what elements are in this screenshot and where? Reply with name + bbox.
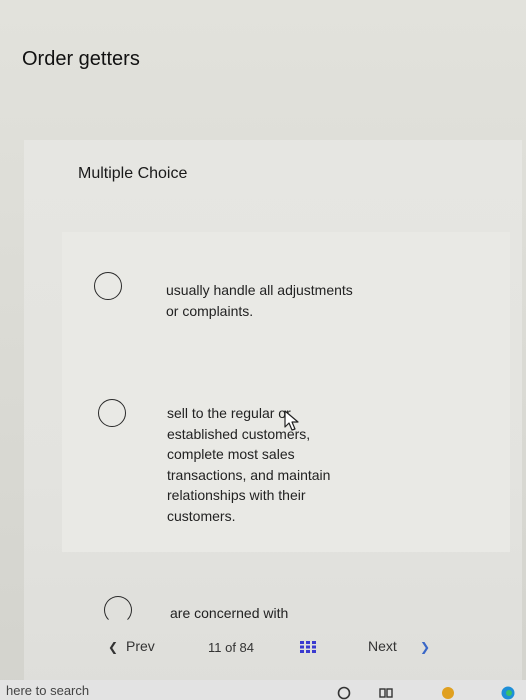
chevron-right-icon[interactable]: ❯	[420, 640, 430, 654]
taskbar-search-box[interactable]: here to search	[0, 683, 89, 698]
option-2-text[interactable]: sell to the regular or established custo…	[167, 403, 330, 526]
task-view-icon[interactable]	[378, 684, 394, 700]
question-title: Order getters	[22, 48, 140, 70]
question-progress[interactable]: 11 of 84	[208, 640, 254, 655]
question-navigation	[0, 630, 526, 670]
option-3-text[interactable]: are concerned with	[170, 603, 288, 624]
option-1-text[interactable]: usually handle all adjustments or compla…	[166, 280, 353, 321]
option-3-radio[interactable]	[104, 596, 132, 624]
chevron-left-icon[interactable]: ❮	[108, 640, 118, 654]
edge-browser-icon[interactable]	[500, 684, 516, 700]
mouse-cursor-icon	[284, 410, 299, 431]
cortana-icon[interactable]	[336, 684, 352, 700]
question-type-label: Multiple Choice	[78, 165, 188, 182]
next-button[interactable]: Next	[368, 638, 397, 654]
prev-button[interactable]: Prev	[126, 638, 155, 654]
quiz-page: Order getters Multiple Choice usually ha…	[0, 0, 526, 700]
option-2-radio[interactable]	[98, 399, 126, 427]
grid-icon[interactable]	[300, 641, 316, 653]
app-icon-orange[interactable]	[440, 684, 456, 700]
option-1-radio[interactable]	[94, 272, 122, 300]
